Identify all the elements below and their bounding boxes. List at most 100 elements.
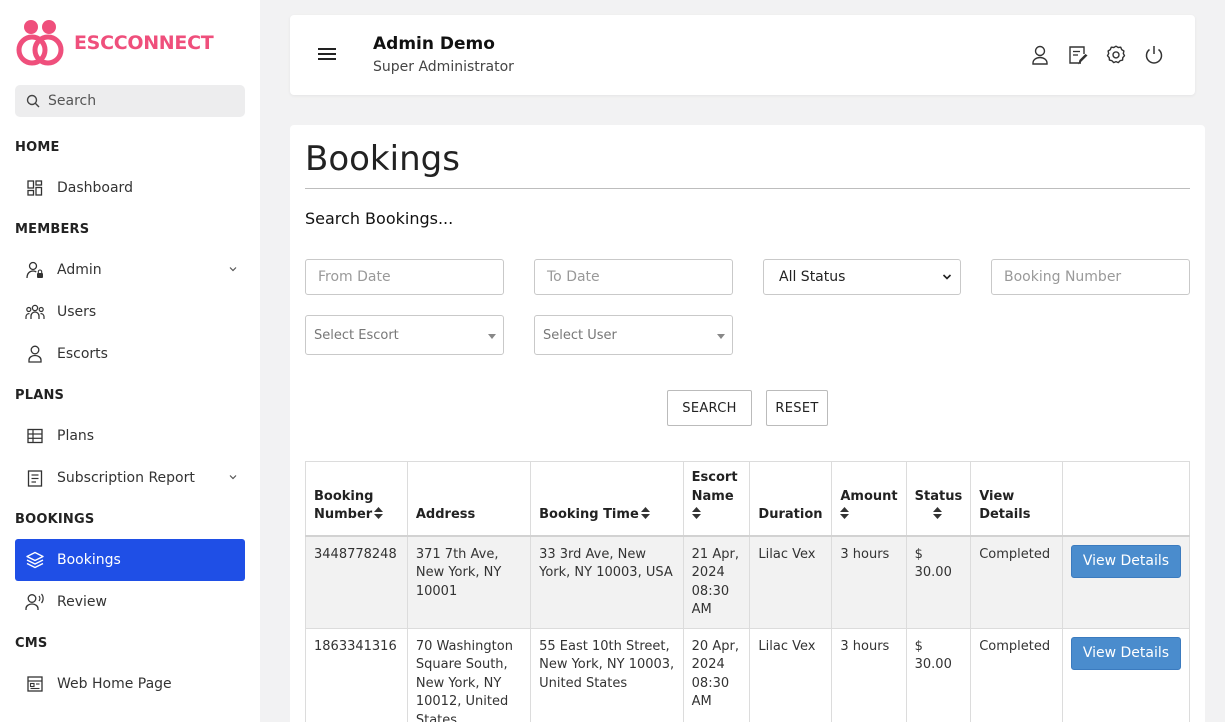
cell-action: View Details xyxy=(1061,627,1191,722)
sidebar-item-review[interactable]: Review xyxy=(15,581,245,623)
view-details-button[interactable]: View Details xyxy=(1070,636,1181,670)
header-booking-number[interactable]: Booking Number xyxy=(305,461,408,537)
web-page-icon xyxy=(25,674,45,694)
user-select[interactable]: Select User xyxy=(534,315,733,355)
sidebar-item-bookings[interactable]: Bookings xyxy=(15,539,245,581)
sort-icon[interactable] xyxy=(374,507,384,519)
person-voice-icon xyxy=(25,592,45,612)
status-select[interactable]: All Status xyxy=(763,259,961,295)
dashboard-icon xyxy=(25,178,45,198)
sidebar-item-users[interactable]: Users xyxy=(15,291,245,333)
sidebar-item-label: Plans xyxy=(57,428,95,444)
sidebar-item-label: Web Home Page xyxy=(57,676,172,692)
section-bookings: BOOKINGS xyxy=(15,512,95,527)
reset-button[interactable]: RESET xyxy=(766,390,828,426)
cell-escort-name: 20 Apr, 2024 08:30 AM xyxy=(682,627,751,722)
edit-note-icon[interactable] xyxy=(1067,44,1089,66)
sort-icon[interactable] xyxy=(640,507,650,519)
escort-placeholder: Select Escort xyxy=(314,327,399,343)
hamburger-menu-icon[interactable] xyxy=(318,48,336,60)
user-icon[interactable] xyxy=(1029,44,1051,66)
section-cms: CMS xyxy=(15,636,48,651)
bookings-card: Bookings Search Bookings... From Date To… xyxy=(290,125,1205,722)
brand-logo[interactable]: ESCCONNECT xyxy=(15,17,214,69)
cell-address: 70 Washington Square South, New York, NY… xyxy=(406,627,532,722)
search-icon xyxy=(26,94,40,108)
from-date-input[interactable]: From Date xyxy=(305,259,504,295)
to-date-placeholder: To Date xyxy=(547,269,600,285)
header-duration: Duration xyxy=(749,461,833,537)
cell-view-details: Completed xyxy=(970,535,1063,629)
table-row: 1863341316 70 Washington Square South, N… xyxy=(305,627,1191,722)
sidebar-search[interactable]: Search xyxy=(15,85,245,117)
sidebar-item-label: Review xyxy=(57,594,107,610)
sidebar-item-dashboard[interactable]: Dashboard xyxy=(15,167,245,209)
sidebar-item-label: Bookings xyxy=(57,552,121,568)
sort-icon[interactable] xyxy=(691,507,701,519)
escort-select[interactable]: Select Escort xyxy=(305,315,504,355)
search-placeholder: Search xyxy=(48,93,97,109)
users-group-icon xyxy=(25,302,45,322)
booking-number-placeholder: Booking Number xyxy=(1004,269,1122,285)
sidebar: ESCCONNECT Search HOME Dashboard MEMBERS… xyxy=(0,0,260,722)
cell-status: $ 30.00 xyxy=(905,627,972,722)
cell-address: 371 7th Ave, New York, NY 10001 xyxy=(406,535,532,629)
view-details-button[interactable]: View Details xyxy=(1070,544,1181,578)
to-date-input[interactable]: To Date xyxy=(534,259,733,295)
dropdown-arrow-icon xyxy=(717,334,725,339)
user-role: Super Administrator xyxy=(373,59,514,75)
sidebar-item-plans[interactable]: Plans xyxy=(15,415,245,457)
report-icon xyxy=(25,468,45,488)
sort-icon[interactable] xyxy=(840,507,850,519)
cell-booking-number: 3448778248 xyxy=(305,535,408,629)
table-row: 3448778248 371 7th Ave, New York, NY 100… xyxy=(305,535,1191,629)
sidebar-item-admin[interactable]: Admin xyxy=(15,249,245,291)
power-icon[interactable] xyxy=(1143,44,1165,66)
cell-escort-name: 21 Apr, 2024 08:30 AM xyxy=(682,535,751,629)
logo-icon xyxy=(16,20,64,66)
from-date-placeholder: From Date xyxy=(318,269,391,285)
header-action xyxy=(1061,461,1191,537)
status-selected-value: All Status xyxy=(779,269,846,285)
bookings-table: Booking Number Address Booking Time Esco… xyxy=(305,461,1191,722)
header-address: Address xyxy=(406,461,532,537)
search-heading: Search Bookings... xyxy=(305,209,454,228)
section-members: MEMBERS xyxy=(15,222,90,237)
sidebar-item-label: Dashboard xyxy=(57,180,133,196)
sort-icon[interactable] xyxy=(932,507,942,519)
header-booking-time[interactable]: Booking Time xyxy=(530,461,684,537)
layers-icon xyxy=(25,550,45,570)
admin-user-icon xyxy=(25,260,45,280)
page-title: Bookings xyxy=(305,139,460,179)
header-status[interactable]: Status xyxy=(905,461,972,537)
cell-view-details: Completed xyxy=(970,627,1063,722)
sidebar-item-subscription-report[interactable]: Subscription Report xyxy=(15,457,245,499)
booking-number-input[interactable]: Booking Number xyxy=(991,259,1190,295)
section-home: HOME xyxy=(15,140,60,155)
header-amount[interactable]: Amount xyxy=(831,461,907,537)
cell-amount: 3 hours xyxy=(831,627,907,722)
cell-action: View Details xyxy=(1061,535,1191,629)
sidebar-item-label: Admin xyxy=(57,262,102,278)
user-name: Admin Demo xyxy=(373,34,495,54)
header-label: Escort Name xyxy=(691,470,738,504)
header-view-details: View Details xyxy=(970,461,1063,537)
header-label: Amount xyxy=(840,488,898,504)
sidebar-item-label: Subscription Report xyxy=(57,470,195,486)
settings-icon[interactable] xyxy=(1105,44,1127,66)
search-button[interactable]: SEARCH xyxy=(667,390,752,426)
user-placeholder: Select User xyxy=(543,327,617,343)
cell-duration: Lilac Vex xyxy=(749,627,833,722)
title-divider xyxy=(305,188,1190,189)
sidebar-item-label: Escorts xyxy=(57,346,108,362)
header-escort-name[interactable]: Escort Name xyxy=(682,461,751,537)
chevron-down-icon xyxy=(942,274,952,280)
sidebar-item-web-home-page[interactable]: Web Home Page xyxy=(15,663,245,705)
cell-status: $ 30.00 xyxy=(905,535,972,629)
cell-booking-time: 33 3rd Ave, New York, NY 10003, USA xyxy=(530,535,684,629)
dropdown-arrow-icon xyxy=(488,334,496,339)
top-header: Admin Demo Super Administrator xyxy=(290,15,1195,95)
cell-booking-number: 1863341316 xyxy=(305,627,408,722)
header-label: Booking Number xyxy=(314,488,374,523)
sidebar-item-escorts[interactable]: Escorts xyxy=(15,333,245,375)
